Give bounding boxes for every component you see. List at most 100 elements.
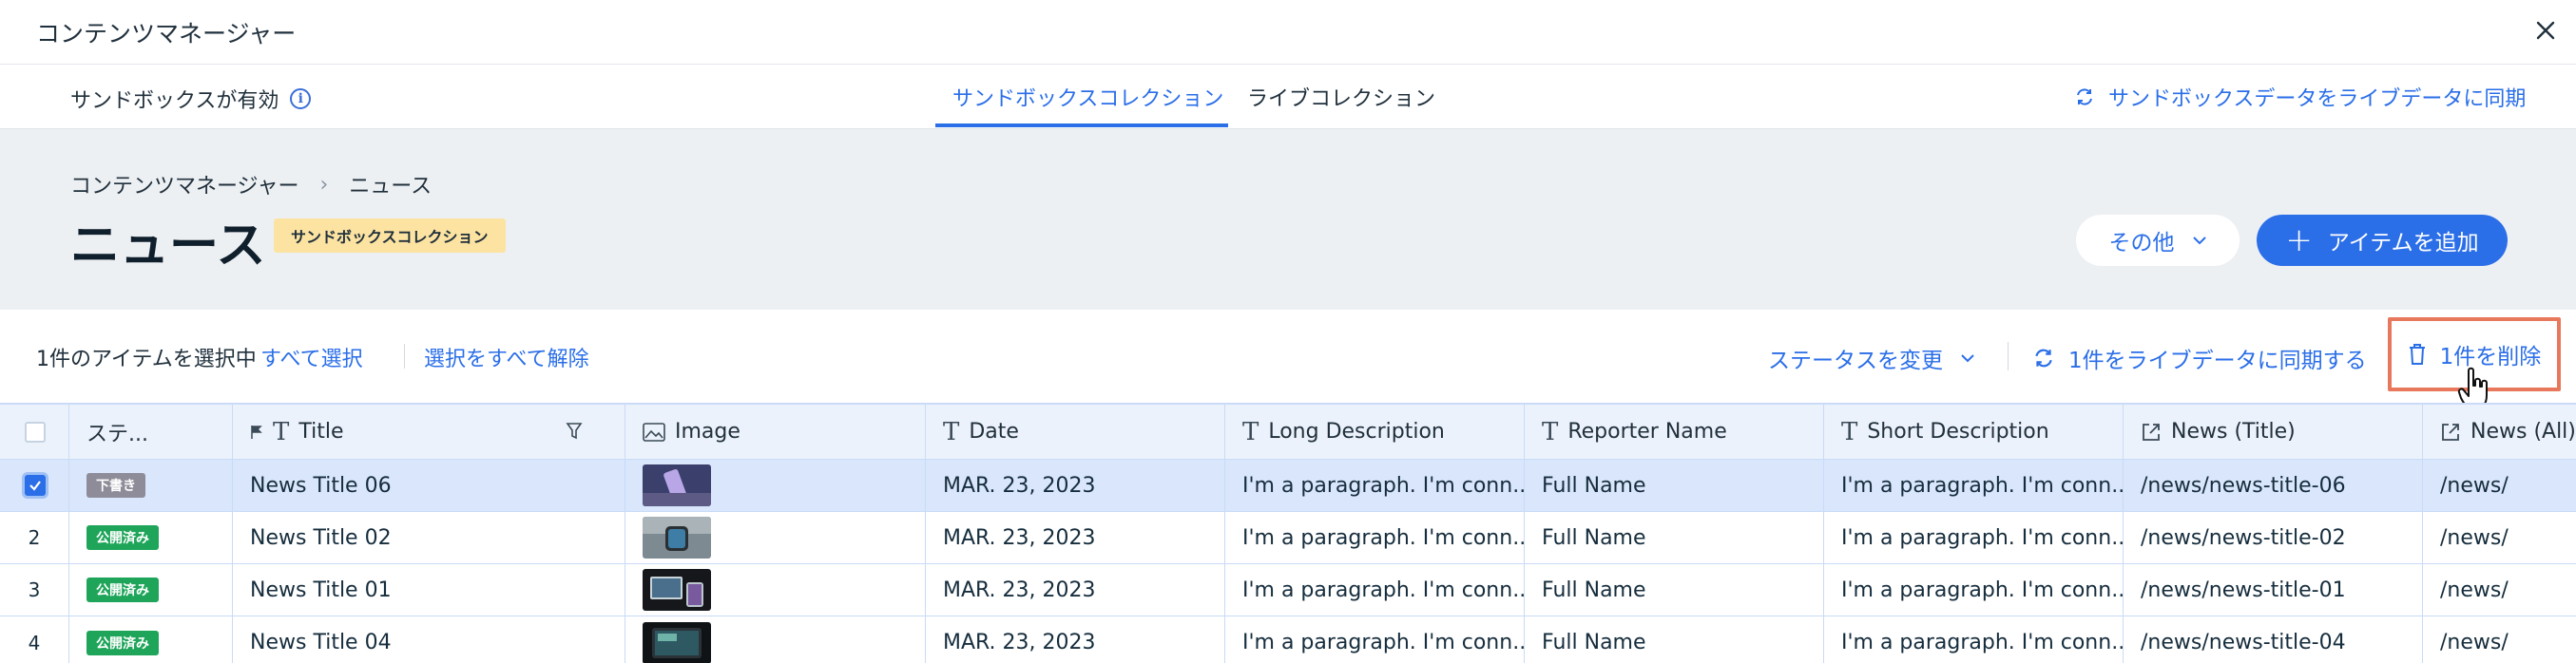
short-description-cell[interactable]: I'm a paragraph. I'm conn... [1824, 460, 2124, 511]
breadcrumb-news: ニュース [349, 175, 433, 199]
add-item-button[interactable]: + アイテムを追加 [2257, 215, 2508, 266]
long-description-cell[interactable]: I'm a paragraph. I'm conn... [1225, 512, 1525, 563]
plus-icon: + [2285, 221, 2313, 259]
table-row[interactable]: 2 公開済み News Title 02 MAR. 23, 2023 I'm a… [0, 512, 2576, 564]
column-header-status[interactable]: ステ... [69, 405, 233, 459]
selection-toolbar: 1件のアイテムを選択中 すべて選択 選択をすべて解除 ステータスを変更 1件をラ… [0, 310, 2576, 403]
row-number[interactable]: 4 [0, 616, 69, 663]
text-icon: T [1242, 417, 1259, 446]
sync-sandbox-to-live-link[interactable]: サンドボックスデータをライブデータに同期 [2074, 82, 2526, 112]
news-all-url-cell[interactable]: /news/ [2423, 616, 2576, 663]
news-title-url-cell[interactable]: /news/news-title-02 [2124, 512, 2423, 563]
image-icon [643, 422, 665, 442]
column-label: Image [675, 420, 740, 444]
short-description-cell[interactable]: I'm a paragraph. I'm conn... [1824, 512, 2124, 563]
select-all-checkbox[interactable] [25, 421, 46, 443]
title-cell[interactable]: News Title 02 [233, 512, 625, 563]
more-button-label: その他 [2108, 231, 2175, 256]
tab-sandbox-collection[interactable]: サンドボックスコレクション [952, 82, 1223, 112]
divider [404, 344, 405, 369]
select-all-link[interactable]: すべて選択 [260, 342, 363, 372]
reporter-name-cell[interactable]: Full Name [1525, 564, 1824, 616]
status-cell: 公開済み [69, 512, 233, 563]
image-cell[interactable] [625, 564, 926, 616]
reporter-name-cell[interactable]: Full Name [1525, 460, 1824, 511]
news-title-url-cell[interactable]: /news/news-title-01 [2124, 564, 2423, 616]
clear-selection-link[interactable]: 選択をすべて解除 [424, 342, 589, 372]
breadcrumb-content-manager[interactable]: コンテンツマネージャー [70, 169, 298, 199]
table-row[interactable]: 3 公開済み News Title 01 MAR. 23, 2023 I'm a… [0, 564, 2576, 616]
column-header-image[interactable]: Image [625, 405, 926, 459]
sync-selected-button[interactable]: 1件をライブデータに同期する [2032, 342, 2367, 374]
collection-header: コンテンツマネージャー › ニュース ニュース サンドボックスコレクション その… [0, 129, 2576, 310]
status-cell: 公開済み [69, 564, 233, 616]
info-icon[interactable]: i [290, 88, 312, 109]
window-title: コンテンツマネージャー [36, 20, 297, 47]
column-label: Date [969, 420, 1019, 444]
title-cell[interactable]: News Title 06 [233, 460, 625, 511]
date-cell[interactable]: MAR. 23, 2023 [926, 616, 1225, 663]
sync-icon [2077, 88, 2092, 105]
row-number[interactable]: 2 [0, 512, 69, 563]
watch-image [643, 517, 711, 559]
title-cell[interactable]: News Title 04 [233, 616, 625, 663]
text-icon: T [1841, 417, 1858, 446]
chevron-down-icon [2192, 237, 2206, 245]
title-bar: コンテンツマネージャー [0, 0, 2576, 65]
text-icon: T [1542, 417, 1559, 446]
news-all-url-cell[interactable]: /news/ [2423, 460, 2576, 511]
status-badge: 下書き [87, 473, 145, 498]
change-status-label: ステータスを変更 [1768, 349, 1943, 373]
column-header-reporter-name[interactable]: T Reporter Name [1525, 405, 1824, 459]
column-header-long-description[interactable]: T Long Description [1225, 405, 1525, 459]
divider [2008, 342, 2009, 370]
page-title: ニュース [70, 218, 266, 275]
column-header-news-title[interactable]: News (Title) [2124, 405, 2423, 459]
reporter-name-cell[interactable]: Full Name [1525, 512, 1824, 563]
text-icon: T [943, 417, 960, 446]
date-cell[interactable]: MAR. 23, 2023 [926, 460, 1225, 511]
title-cell[interactable]: News Title 01 [233, 564, 625, 616]
date-cell[interactable]: MAR. 23, 2023 [926, 564, 1225, 616]
tablet-image [643, 621, 711, 663]
image-cell[interactable] [625, 616, 926, 663]
column-header-news-all[interactable]: News (All) [2423, 405, 2576, 459]
date-cell[interactable]: MAR. 23, 2023 [926, 512, 1225, 563]
change-status-dropdown[interactable]: ステータスを変更 [1768, 342, 1975, 374]
row-checkbox[interactable] [25, 475, 46, 496]
image-cell[interactable] [625, 460, 926, 511]
active-tab-indicator [935, 123, 1228, 127]
column-label: Long Description [1268, 420, 1445, 444]
news-title-url-cell[interactable]: /news/news-title-06 [2124, 460, 2423, 511]
column-header-short-description[interactable]: T Short Description [1824, 405, 2124, 459]
status-badge: 公開済み [87, 630, 159, 655]
table-row[interactable]: 下書き News Title 06 MAR. 23, 2023 I'm a pa… [0, 460, 2576, 512]
short-description-cell[interactable]: I'm a paragraph. I'm conn... [1824, 564, 2124, 616]
link-icon [2143, 423, 2160, 441]
sandbox-collection-badge: サンドボックスコレクション [274, 218, 506, 253]
row-number[interactable]: 3 [0, 564, 69, 616]
delete-selected-label: 1件を削除 [2439, 345, 2542, 369]
long-description-cell[interactable]: I'm a paragraph. I'm conn... [1225, 564, 1525, 616]
tab-live-collection[interactable]: ライブコレクション [1247, 82, 1435, 112]
link-icon [2442, 423, 2459, 441]
filter-icon[interactable] [566, 422, 583, 441]
more-actions-button[interactable]: その他 [2076, 215, 2240, 266]
news-title-url-cell[interactable]: /news/news-title-04 [2124, 616, 2423, 663]
news-all-url-cell[interactable]: /news/ [2423, 512, 2576, 563]
reporter-name-cell[interactable]: Full Name [1525, 616, 1824, 663]
column-header-date[interactable]: T Date [926, 405, 1225, 459]
long-description-cell[interactable]: I'm a paragraph. I'm conn... [1225, 616, 1525, 663]
column-header-title[interactable]: T Title [233, 405, 625, 459]
column-label: News (All) [2470, 420, 2576, 444]
short-description-cell[interactable]: I'm a paragraph. I'm conn... [1824, 616, 2124, 663]
table-row[interactable]: 4 公開済み News Title 04 MAR. 23, 2023 I'm a… [0, 616, 2576, 663]
collection-tab-bar: サンドボックスが有効 i サンドボックスコレクション ライブコレクション サンド… [0, 65, 2576, 129]
long-description-cell[interactable]: I'm a paragraph. I'm conn... [1225, 460, 1525, 511]
select-all-checkbox-cell [0, 405, 69, 459]
close-icon[interactable] [2532, 17, 2559, 44]
sandbox-status: サンドボックスが有効 i [70, 84, 312, 114]
column-label: Short Description [1867, 420, 2049, 444]
image-cell[interactable] [625, 512, 926, 563]
news-all-url-cell[interactable]: /news/ [2423, 564, 2576, 616]
